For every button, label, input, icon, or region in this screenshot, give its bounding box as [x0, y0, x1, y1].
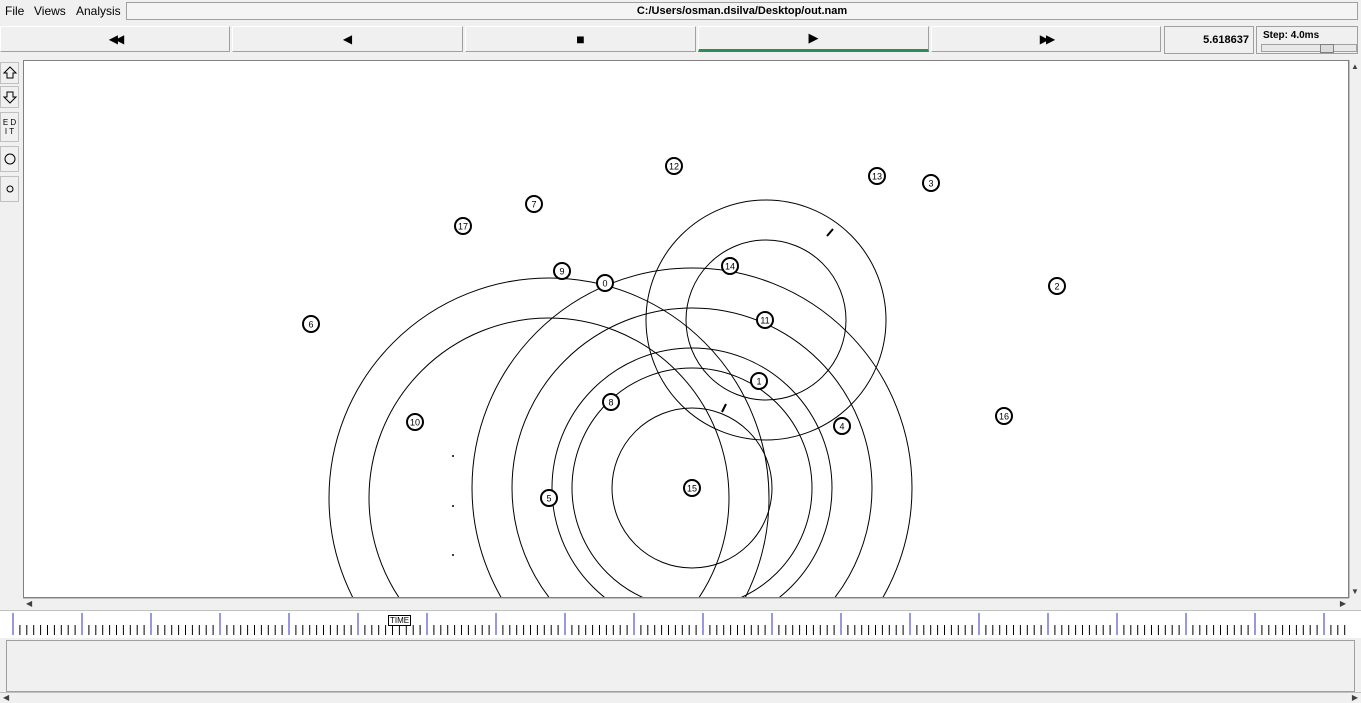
horizontal-scrollbar[interactable]: ◀ ▶	[23, 598, 1349, 609]
time-display: 5.618637	[1164, 26, 1254, 54]
time-marker[interactable]: TIME	[388, 615, 412, 626]
network-canvas[interactable]: 0 1 2 3 4 5 6 7 8 9 10 11 12 13 14 15 16 17	[23, 60, 1349, 598]
transmission-circles	[328, 199, 913, 597]
scroll-up-icon[interactable]: ▲	[1351, 62, 1359, 71]
packet-dot	[452, 505, 454, 507]
node-13[interactable]: 13	[868, 167, 886, 185]
play-icon: ▶	[808, 30, 819, 45]
packet-mark	[721, 403, 727, 413]
fast-rewind-icon: ◀◀	[108, 32, 125, 46]
zoom-out-button[interactable]	[0, 86, 19, 108]
rewind-button[interactable]: ◀	[232, 26, 463, 52]
bottom-scrollbar[interactable]: ◀ ▶	[0, 692, 1361, 703]
edit-label-top: E D	[2, 118, 17, 127]
zoom-in-icon	[2, 66, 17, 79]
edit-button[interactable]: E D I T	[0, 112, 19, 142]
range-circle	[551, 347, 833, 597]
node-2[interactable]: 2	[1048, 277, 1066, 295]
small-circle-icon	[6, 185, 13, 193]
node-label: 17	[458, 222, 468, 232]
step-slider-thumb[interactable]	[1320, 44, 1334, 53]
node-15[interactable]: 15	[683, 479, 701, 497]
range-circle	[368, 317, 730, 597]
node-label: 11	[760, 316, 769, 326]
menu-file[interactable]: File	[5, 4, 24, 18]
node-16[interactable]: 16	[995, 407, 1013, 425]
timeline-slider[interactable]: TIME	[0, 610, 1361, 638]
node-0[interactable]: 0	[596, 274, 614, 292]
node-5[interactable]: 5	[540, 489, 558, 507]
node-label: 3	[928, 179, 933, 189]
node-label: 7	[531, 200, 536, 210]
node-10[interactable]: 10	[406, 413, 424, 431]
node-label: 0	[602, 279, 607, 289]
scroll-left-icon[interactable]: ◀	[26, 599, 32, 608]
node-7[interactable]: 7	[525, 195, 543, 213]
packet-marks	[721, 228, 834, 413]
annotation-panel	[6, 640, 1355, 692]
node-14[interactable]: 14	[721, 257, 739, 275]
step-slider[interactable]	[1261, 44, 1357, 53]
rewind-icon: ◀	[342, 32, 353, 46]
node-label: 14	[725, 262, 735, 272]
network-animation[interactable]: 01234567891011121314151617	[24, 61, 1349, 598]
range-circle	[328, 277, 770, 597]
small-circle-tool-button[interactable]	[0, 176, 19, 202]
node-9[interactable]: 9	[553, 262, 571, 280]
node-label: 16	[999, 412, 1009, 422]
node-label: 5	[546, 494, 551, 504]
node-label: 6	[308, 320, 313, 330]
node-3[interactable]: 3	[922, 174, 940, 192]
node-1[interactable]: 1	[750, 372, 768, 390]
packet-mark	[826, 228, 834, 237]
menu-analysis[interactable]: Analysis	[76, 4, 121, 18]
packet-dot	[452, 455, 454, 457]
scroll-right-icon[interactable]: ▶	[1340, 599, 1346, 608]
stop-button[interactable]: ■	[465, 26, 696, 52]
node-label: 9	[559, 267, 564, 277]
step-label: Step: 4.0ms	[1263, 30, 1320, 41]
circle-icon	[4, 153, 15, 165]
scroll-left-icon[interactable]: ◀	[3, 693, 9, 702]
vertical-scrollbar[interactable]: ▲ ▼	[1349, 60, 1360, 598]
zoom-out-icon	[2, 91, 17, 104]
node-label: 8	[608, 398, 613, 408]
node-12[interactable]: 12	[665, 157, 683, 175]
zoom-in-button[interactable]	[0, 62, 19, 84]
fast-forward-icon: ▶▶	[1039, 32, 1056, 46]
node-label: 10	[410, 418, 420, 428]
left-toolbar: E D I T	[0, 60, 20, 205]
node-11[interactable]: 11	[756, 311, 774, 329]
step-control: Step: 4.0ms	[1256, 26, 1358, 54]
edit-label-bottom: I T	[4, 127, 15, 136]
fast-rewind-button[interactable]: ◀◀	[0, 26, 230, 52]
node-label: 15	[687, 484, 697, 494]
fast-forward-button[interactable]: ▶▶	[931, 26, 1161, 52]
node-label: 2	[1054, 282, 1059, 292]
node-label: 1	[756, 377, 761, 387]
timeline-ticks	[12, 613, 1346, 635]
packet-dots	[452, 455, 454, 556]
file-path-display: C:/Users/osman.dsilva/Desktop/out.nam	[126, 2, 1358, 20]
stop-icon: ■	[576, 31, 585, 47]
menu-bar: File Views Analysis C:/Users/osman.dsilv…	[0, 0, 1361, 22]
node-17[interactable]: 17	[454, 217, 472, 235]
packet-dot	[452, 554, 454, 556]
circle-tool-button[interactable]	[0, 146, 19, 172]
node-label: 13	[872, 172, 882, 182]
node-8[interactable]: 8	[602, 393, 620, 411]
play-button[interactable]: ▶	[698, 26, 929, 52]
nodes: 01234567891011121314151617	[302, 157, 1066, 507]
node-4[interactable]: 4	[833, 417, 851, 435]
node-label: 12	[669, 162, 679, 172]
scroll-down-icon[interactable]: ▼	[1351, 587, 1359, 596]
node-6[interactable]: 6	[302, 315, 320, 333]
menu-views[interactable]: Views	[34, 4, 66, 18]
scroll-right-icon[interactable]: ▶	[1352, 693, 1358, 702]
node-label: 4	[839, 422, 844, 432]
